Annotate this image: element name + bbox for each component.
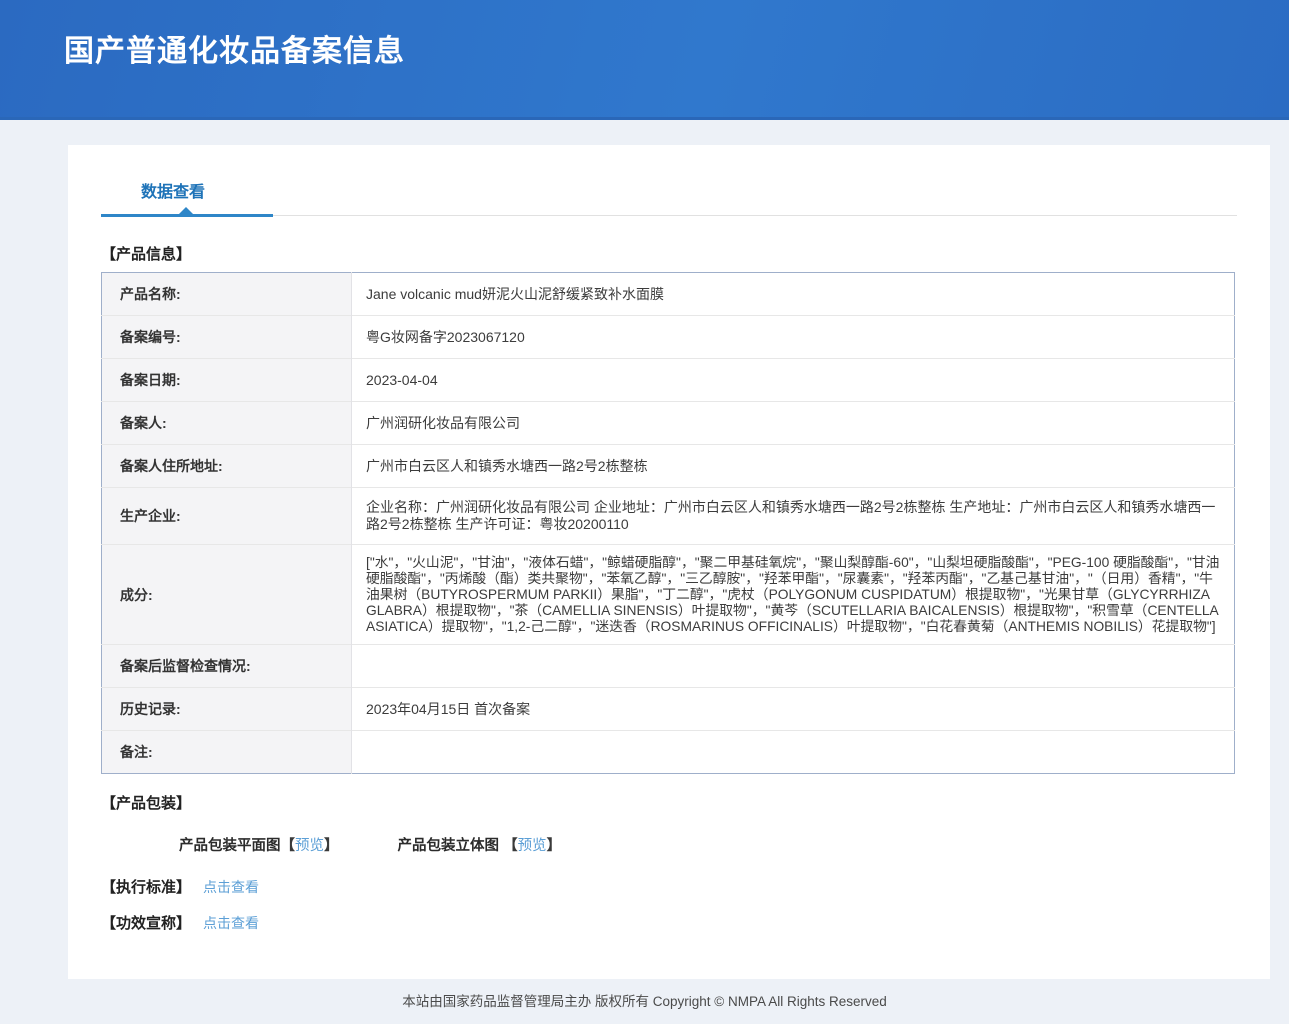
row-value: Jane volcanic mud妍泥火山泥舒缓紧致补水面膜 [352,273,1235,316]
row-value: 2023-04-04 [352,359,1235,402]
row-label: 备案后监督检查情况: [102,645,352,688]
row-value: ["水"，"火山泥"，"甘油"，"液体石蜡"，"鲸蜡硬脂醇"，"聚二甲基硅氧烷"… [352,545,1235,645]
row-label: 生产企业: [102,488,352,545]
efficacy-line: 【功效宣称】 点击查看 [101,912,1237,933]
copyright-text: 本站由国家药品监督管理局主办 版权所有 Copyright © NMPA All… [402,994,887,1009]
efficacy-view-link[interactable]: 点击查看 [203,913,259,933]
page-footer: 本站由国家药品监督管理局主办 版权所有 Copyright © NMPA All… [0,979,1289,1024]
packaging-section-title: 【产品包装】 [101,792,1237,813]
table-row: 历史记录: 2023年04月15日 首次备案 [102,688,1235,731]
row-label: 备注: [102,731,352,774]
packaging-line: 产品包装平面图【预览】 产品包装立体图 【预览】 [179,834,1237,855]
row-label: 历史记录: [102,688,352,731]
tab-arrow-up-icon [178,207,194,215]
efficacy-section-title: 【功效宣称】 [101,912,191,933]
packaging-flat-item: 产品包装平面图【预览】 [179,838,339,854]
tab-bar: 数据查看 [101,178,1237,216]
standard-section-title: 【执行标准】 [101,876,191,897]
page-title: 国产普通化妆品备案信息 [0,0,1289,70]
table-row: 生产企业: 企业名称：广州润研化妆品有限公司 企业地址：广州市白云区人和镇秀水塘… [102,488,1235,545]
packaging-stereo-preview-link[interactable]: 预览 [518,838,547,854]
row-value: 2023年04月15日 首次备案 [352,688,1235,731]
product-info-table: 产品名称: Jane volcanic mud妍泥火山泥舒缓紧致补水面膜 备案编… [101,272,1235,774]
table-row: 备案后监督检查情况: [102,645,1235,688]
table-row: 备案日期: 2023-04-04 [102,359,1235,402]
table-row: 备注: [102,731,1235,774]
bracket-close: 】 [324,838,339,854]
row-label: 备案人住所地址: [102,445,352,488]
packaging-stereo-label: 产品包装立体图 [398,838,504,854]
row-value: 企业名称：广州润研化妆品有限公司 企业地址：广州市白云区人和镇秀水塘西一路2号2… [352,488,1235,545]
content-card: 数据查看 【产品信息】 产品名称: Jane volcanic mud妍泥火山泥… [68,145,1270,979]
table-row: 备案人住所地址: 广州市白云区人和镇秀水塘西一路2号2栋整栋 [102,445,1235,488]
tab-underline [101,215,1237,216]
row-label: 备案人: [102,402,352,445]
packaging-flat-label: 产品包装平面图 [179,838,281,854]
table-row: 产品名称: Jane volcanic mud妍泥火山泥舒缓紧致补水面膜 [102,273,1235,316]
table-row: 成分: ["水"，"火山泥"，"甘油"，"液体石蜡"，"鲸蜡硬脂醇"，"聚二甲基… [102,545,1235,645]
standard-view-link[interactable]: 点击查看 [203,877,259,897]
row-value [352,731,1235,774]
product-info-section-title: 【产品信息】 [101,243,1237,264]
row-value: 广州润研化妆品有限公司 [352,402,1235,445]
table-row: 备案编号: 粤G妆网备字2023067120 [102,316,1235,359]
bracket-close: 】 [547,838,562,854]
row-value: 广州市白云区人和镇秀水塘西一路2号2栋整栋 [352,445,1235,488]
row-label: 备案编号: [102,316,352,359]
row-label: 备案日期: [102,359,352,402]
row-value: 粤G妆网备字2023067120 [352,316,1235,359]
bracket-open: 【 [281,838,296,854]
row-label: 产品名称: [102,273,352,316]
table-row: 备案人: 广州润研化妆品有限公司 [102,402,1235,445]
tab-data-view[interactable]: 数据查看 [141,178,205,215]
packaging-flat-preview-link[interactable]: 预览 [295,838,324,854]
bracket-open: 【 [503,838,518,854]
packaging-stereo-item: 产品包装立体图 【预览】 [398,838,562,854]
row-value [352,645,1235,688]
page-header: 国产普通化妆品备案信息 [0,0,1289,120]
standard-line: 【执行标准】 点击查看 [101,876,1237,897]
row-label: 成分: [102,545,352,645]
